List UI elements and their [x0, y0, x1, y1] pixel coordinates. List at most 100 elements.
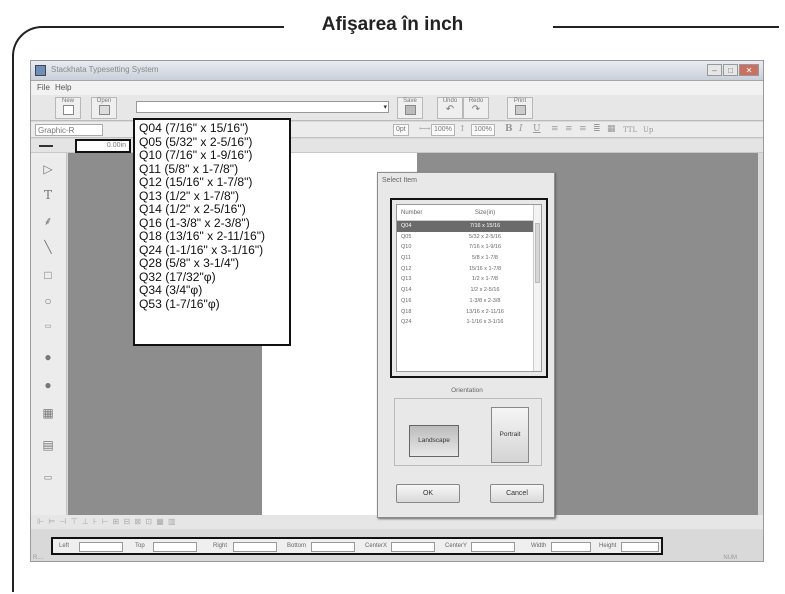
field-centery-label: CenterY [445, 543, 468, 549]
field-right: Right [213, 542, 279, 553]
barcode-tool-icon[interactable]: ▤ [37, 435, 59, 455]
width-input[interactable] [551, 542, 591, 552]
list-item[interactable]: Q14 (1/2" x 2-5/16") [139, 202, 289, 217]
menu-bar: File Help [31, 81, 763, 95]
ellipse-tool-icon[interactable]: ○ [37, 291, 59, 311]
undo-button[interactable]: Undo ↶ [437, 97, 463, 119]
table-tool-icon[interactable]: ▦ [37, 403, 59, 423]
tape-size-dropdown-list[interactable]: Q04 (7/16" x 15/16") Q05 (5/32" x 2-5/16… [133, 118, 291, 346]
list-item[interactable]: Q24 (1-1/16" x 3-1/16") [139, 243, 289, 258]
row-number: Q14 [401, 287, 412, 294]
list-item[interactable]: Q16 (1-3/8" x 2-3/8") [139, 216, 289, 231]
field-bottom: Bottom [287, 542, 361, 553]
line-width-field[interactable]: 0.00in [75, 139, 131, 153]
list-item[interactable]: Q18 (13/16" x 2-11/16") [139, 229, 289, 244]
col-size-header[interactable]: Size(in) [443, 205, 527, 220]
list-item[interactable]: Q13 (1/2" x 1-7/8") [139, 189, 289, 204]
top-input[interactable] [153, 542, 197, 552]
new-button[interactable]: New [55, 97, 81, 119]
field-bottom-label: Bottom [287, 543, 307, 549]
redo-button[interactable]: Redo ↷ [463, 97, 489, 119]
justify-icon[interactable]: ≣ [593, 124, 601, 134]
line-tool-icon[interactable]: ╲ [37, 237, 59, 257]
table-row[interactable]: Q04 7/16 x 15/16 [397, 221, 541, 232]
list-item[interactable]: Q11 (5/8" x 1-7/8") [139, 162, 289, 177]
align-center-icon[interactable]: ≡ [565, 124, 573, 134]
row-number: Q04 [401, 223, 412, 229]
height-input[interactable] [621, 542, 659, 552]
field-left-label: Left [59, 543, 70, 549]
landscape-button[interactable]: Landscape [409, 425, 459, 457]
menu-file[interactable]: File [37, 83, 50, 92]
list-item[interactable]: Q05 (5/32" x 2-5/16") [139, 135, 289, 150]
table-row[interactable]: Q05 5/32 x 2-5/16 [397, 232, 541, 243]
image-tool-icon[interactable]: ▭ [37, 317, 59, 337]
align-left-icon[interactable]: ≡ [551, 124, 559, 134]
print-label: Print [513, 98, 527, 104]
close-button[interactable]: ✕ [739, 64, 759, 76]
status-left: R.... [33, 555, 45, 561]
underline-button[interactable]: U [533, 124, 541, 134]
list-item[interactable]: Q04 (7/16" x 15/16") [139, 121, 289, 136]
table-row[interactable]: Q18 13/16 x 2-11/16 [397, 307, 541, 318]
list-item[interactable]: Q12 (15/16" x 1-7/8") [139, 175, 289, 190]
bottom-input[interactable] [311, 542, 355, 552]
portrait-button[interactable]: Portrait [491, 407, 529, 463]
field-height: Height [599, 542, 661, 553]
maximize-button[interactable]: □ [723, 64, 738, 76]
list-item[interactable]: Q10 (7/16" x 1-9/16") [139, 148, 289, 163]
table-row[interactable]: Q10 7/16 x 1-9/16 [397, 242, 541, 253]
table-row[interactable]: Q24 1-1/16 x 3-1/16 [397, 317, 541, 328]
table-row[interactable]: Q16 1-3/8 x 2-3/8 [397, 296, 541, 307]
right-input[interactable] [233, 542, 277, 552]
cancel-button[interactable]: Cancel [490, 484, 544, 503]
print-button[interactable]: Print [507, 97, 533, 119]
vertical-text-tool-icon[interactable]: ⸙ [37, 211, 59, 231]
field-height-label: Height [599, 543, 617, 549]
list-item[interactable]: Q32 (17/32"φ) [139, 270, 289, 285]
row-size: 1/2 x 2-5/16 [470, 287, 500, 294]
distribute-icon[interactable]: ▦ [607, 124, 616, 134]
table-row[interactable]: Q11 5/8 x 1-7/8 [397, 253, 541, 264]
align-right-icon[interactable]: ≡ [579, 124, 587, 134]
table-row[interactable]: Q12 15/16 x 1-7/8 [397, 264, 541, 275]
bold-button[interactable]: B [505, 124, 513, 134]
up-button[interactable]: Up [643, 126, 653, 134]
row-size: 7/16 x 15/16 [469, 223, 501, 229]
save-button[interactable]: Save [397, 97, 423, 119]
table-row[interactable]: Q14 1/2 x 2-5/16 [397, 285, 541, 296]
fill-dot-icon[interactable]: ● [37, 347, 59, 367]
italic-button[interactable]: I [519, 124, 523, 134]
scrollbar-thumb[interactable] [535, 223, 540, 283]
table-row[interactable]: Q13 1/2 x 1-7/8 [397, 274, 541, 285]
font-size-field[interactable]: 0pt [393, 124, 409, 136]
open-button[interactable]: Open [91, 97, 117, 119]
minimize-button[interactable]: – [707, 64, 722, 76]
list-item[interactable]: Q28 (5/8" x 3-1/4") [139, 256, 289, 271]
rectangle-tool-icon[interactable]: □ [37, 265, 59, 285]
row-number: Q13 [401, 276, 412, 283]
symbol-tool-icon[interactable]: ▭ [37, 467, 59, 487]
save-label: Save [403, 98, 417, 104]
stroke-dot-icon[interactable]: ● [37, 375, 59, 395]
ok-button[interactable]: OK [396, 484, 460, 503]
text-tool-icon[interactable]: T [37, 185, 59, 205]
open-label: Open [96, 98, 112, 104]
ttl-button[interactable]: TTL [623, 126, 637, 134]
left-input[interactable] [79, 542, 123, 552]
list-item[interactable]: Q34 (3/4"φ) [139, 283, 289, 298]
tape-select-combo[interactable]: ▾ [136, 101, 389, 113]
centerx-input[interactable] [391, 542, 435, 552]
centery-input[interactable] [471, 542, 515, 552]
select-arrow-icon[interactable]: ▷ [37, 159, 59, 179]
list-item[interactable]: Q53 (1-7/16"φ) [139, 297, 289, 312]
menu-help[interactable]: Help [55, 83, 71, 92]
width-percent-field[interactable]: 100% [431, 124, 455, 136]
font-select[interactable]: Graphic-R [35, 124, 103, 136]
table-scrollbar[interactable] [533, 205, 541, 371]
height-percent-field[interactable]: 100% [471, 124, 495, 136]
align-tools-icon[interactable]: ⊩ ⊨ ⊣ ⊤ ⊥ ⊦ ⊢ ⊞ ⊟ ⊠ ⊡ ▦ ▥ [37, 517, 177, 526]
field-right-label: Right [213, 543, 228, 549]
col-number-header[interactable]: Number [397, 205, 443, 220]
row-number: Q16 [401, 297, 412, 304]
